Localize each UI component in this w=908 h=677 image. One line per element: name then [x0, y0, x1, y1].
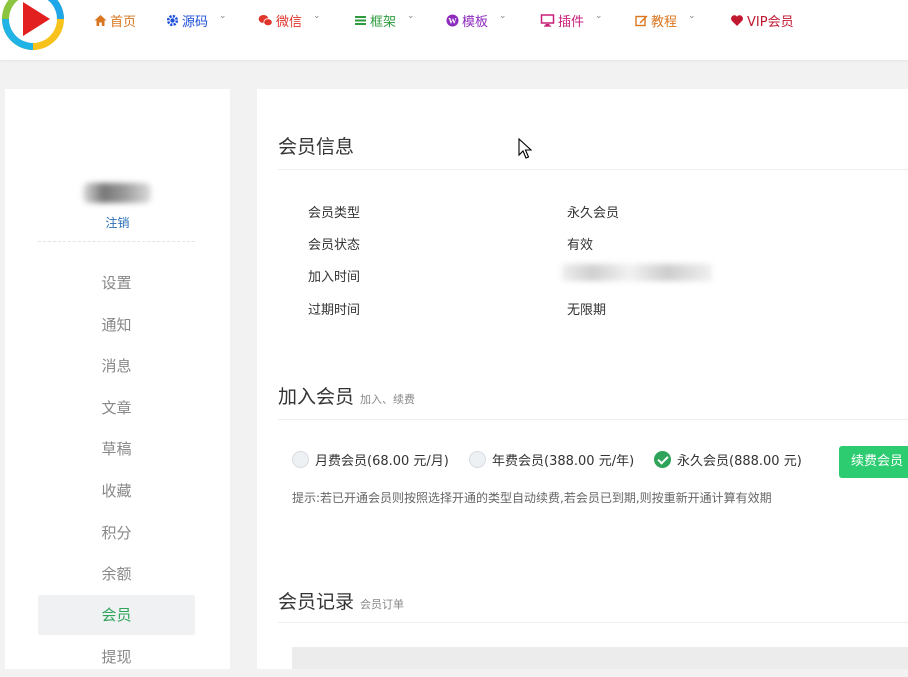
gear-icon — [166, 14, 179, 26]
chevron-down-icon: ⌄ — [688, 11, 696, 21]
expire-time-label: 过期时间 — [308, 303, 361, 318]
radio-unchecked-icon[interactable] — [292, 451, 309, 468]
nav-tutorials-label: 教程 — [651, 14, 678, 30]
home-icon — [94, 14, 107, 26]
sidebar-item-membership[interactable]: 会员 — [38, 595, 195, 635]
membership-panel: 会员信息 会员类型 永久会员 会员状态 有效 加入时间 过期时间 无限期 加入会… — [257, 89, 908, 669]
member-type-label: 会员类型 — [308, 206, 361, 221]
chevron-down-icon: ⌄ — [595, 11, 603, 21]
divider — [38, 241, 195, 242]
renew-member-button[interactable]: 续费会员 — [839, 446, 908, 478]
nav-template[interactable]: W 模板 ⌄ — [446, 11, 507, 30]
nav-vip-label: VIP会员 — [747, 14, 794, 30]
option-monthly[interactable]: 月费会员(68.00 元/月) — [292, 450, 449, 469]
join-time-value-blurred — [562, 264, 712, 281]
radio-checked-icon[interactable] — [654, 451, 671, 468]
member-records-subtitle: 会员订单 — [360, 598, 405, 611]
wechat-icon — [258, 14, 273, 26]
option-yearly[interactable]: 年费会员(388.00 元/年) — [469, 450, 634, 469]
nav-home[interactable]: 首页 — [94, 11, 137, 30]
sidebar-item-withdraw[interactable]: 提现 — [38, 637, 195, 677]
sidebar-item-notifications[interactable]: 通知 — [38, 305, 195, 345]
chevron-down-icon: ⌄ — [219, 11, 227, 21]
nav-framework-label: 框架 — [370, 14, 397, 30]
nav-framework[interactable]: 框架 ⌄ — [354, 11, 415, 30]
chevron-down-icon: ⌄ — [499, 11, 507, 21]
option-monthly-label: 月费会员(68.00 元/月) — [315, 454, 449, 469]
heart-icon — [731, 14, 743, 26]
option-yearly-label: 年费会员(388.00 元/年) — [492, 454, 635, 469]
renew-tip: 提示:若已开通会员则按照选择开通的类型自动续费,若会员已到期,则按重新开通计算有… — [292, 491, 772, 505]
sidebar-item-favorites[interactable]: 收藏 — [38, 471, 195, 511]
nav-wechat-label: 微信 — [276, 14, 303, 30]
divider — [278, 169, 908, 170]
chevron-down-icon: ⌄ — [313, 11, 321, 21]
join-member-title: 加入会员 加入、续费 — [278, 382, 415, 409]
member-info-title: 会员信息 — [278, 132, 354, 159]
expire-time-value: 无限期 — [567, 303, 607, 318]
wordpress-icon: W — [446, 14, 459, 26]
join-member-title-text: 加入会员 — [278, 386, 355, 408]
member-info-title-text: 会员信息 — [278, 136, 355, 158]
sidebar-item-articles[interactable]: 文章 — [38, 388, 195, 428]
nav-home-label: 首页 — [110, 14, 137, 30]
nav-tutorials[interactable]: 教程 ⌄ — [635, 11, 696, 30]
desktop-icon — [540, 13, 555, 27]
sidebar-item-points[interactable]: 积分 — [38, 513, 195, 553]
join-member-subtitle: 加入、续费 — [360, 393, 416, 406]
join-time-label: 加入时间 — [308, 270, 361, 285]
member-type-value: 永久会员 — [567, 206, 620, 221]
nav-template-label: 模板 — [462, 14, 489, 30]
chevron-down-icon: ⌄ — [407, 11, 415, 21]
sidebar-item-drafts[interactable]: 草稿 — [38, 429, 195, 469]
option-lifetime-label: 永久会员(888.00 元) — [677, 454, 802, 469]
nav-source-label: 源码 — [182, 14, 209, 30]
nav-wechat[interactable]: 微信 ⌄ — [258, 11, 321, 30]
nav-plugins-label: 插件 — [558, 14, 585, 30]
nav-vip[interactable]: VIP会员 — [730, 11, 794, 30]
member-status-value: 有效 — [567, 238, 594, 253]
bars-icon — [355, 15, 366, 25]
user-sidebar: 注销 设置 通知 消息 文章 草稿 收藏 积分 余额 会员 提现 — [5, 89, 230, 669]
nav-source[interactable]: 源码 ⌄ — [166, 11, 227, 30]
sidebar-item-messages[interactable]: 消息 — [38, 346, 195, 386]
option-lifetime[interactable]: 永久会员(888.00 元) — [654, 450, 802, 469]
logout-link[interactable]: 注销 — [5, 214, 230, 231]
radio-unchecked-icon[interactable] — [469, 451, 486, 468]
records-table-header — [292, 647, 908, 669]
member-status-label: 会员状态 — [308, 238, 361, 253]
mouse-cursor-icon — [518, 138, 532, 159]
nav-plugins[interactable]: 插件 ⌄ — [540, 11, 603, 30]
sidebar-item-balance[interactable]: 余额 — [38, 554, 195, 594]
member-records-title: 会员记录 会员订单 — [278, 587, 404, 614]
divider — [278, 419, 908, 420]
edit-icon — [635, 15, 648, 26]
sidebar-item-settings[interactable]: 设置 — [38, 263, 195, 303]
member-records-title-text: 会员记录 — [278, 591, 355, 613]
divider — [278, 622, 908, 623]
svg-text:W: W — [448, 15, 457, 25]
site-logo[interactable] — [2, 0, 64, 50]
username-blurred — [83, 183, 151, 203]
top-navbar: 首页 源码 ⌄ 微信 ⌄ 框架 ⌄ W 模板 ⌄ 插件 ⌄ 教程 ⌄ VIP会员 — [0, 0, 908, 60]
